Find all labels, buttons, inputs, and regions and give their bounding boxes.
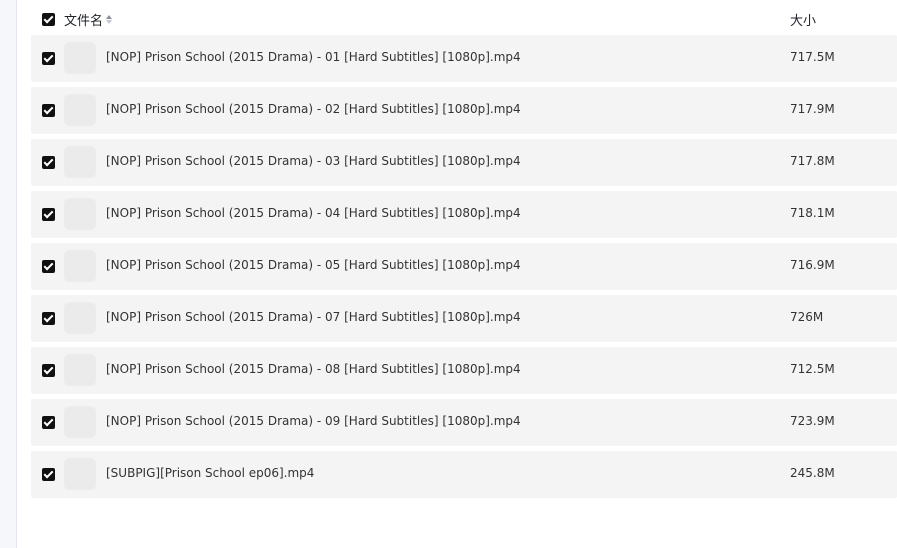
file-checkbox[interactable] [42, 364, 55, 377]
file-name: [NOP] Prison School (2015 Drama) - 08 [H… [106, 362, 521, 376]
file-row[interactable]: [NOP] Prison School (2015 Drama) - 02 [H… [31, 87, 897, 134]
file-size: 718.1M [790, 206, 835, 220]
sort-icon[interactable] [106, 15, 113, 24]
file-name: [NOP] Prison School (2015 Drama) - 01 [H… [106, 50, 521, 64]
file-name: [NOP] Prison School (2015 Drama) - 04 [H… [106, 206, 521, 220]
file-name: [NOP] Prison School (2015 Drama) - 05 [H… [106, 258, 521, 272]
video-file-icon [64, 302, 96, 334]
file-row[interactable]: [NOP] Prison School (2015 Drama) - 03 [H… [31, 139, 897, 186]
name-column-label: 文件名 [64, 14, 104, 29]
file-row[interactable]: [NOP] Prison School (2015 Drama) - 04 [H… [31, 191, 897, 238]
file-name: [SUBPIG][Prison School ep06].mp4 [106, 466, 315, 480]
file-name: [NOP] Prison School (2015 Drama) - 07 [H… [106, 310, 521, 324]
video-file-icon [64, 406, 96, 438]
video-file-icon [64, 458, 96, 490]
video-file-icon [64, 354, 96, 386]
file-row[interactable]: [NOP] Prison School (2015 Drama) - 01 [H… [31, 35, 897, 82]
video-file-icon [64, 94, 96, 126]
video-file-icon [64, 198, 96, 230]
file-list-header: 文件名 大小 [31, 0, 897, 36]
file-row[interactable]: [NOP] Prison School (2015 Drama) - 07 [H… [31, 295, 897, 342]
file-checkbox[interactable] [42, 208, 55, 221]
video-file-icon [64, 250, 96, 282]
file-name: [NOP] Prison School (2015 Drama) - 02 [H… [106, 102, 521, 116]
file-checkbox[interactable] [42, 416, 55, 429]
file-list: 文件名 大小 [NOP] Prison School (2015 Drama) … [31, 0, 897, 498]
video-file-icon [64, 42, 96, 74]
file-checkbox[interactable] [42, 104, 55, 117]
file-size: 717.9M [790, 102, 835, 116]
file-size: 716.9M [790, 258, 835, 272]
file-checkbox[interactable] [42, 156, 55, 169]
file-name: [NOP] Prison School (2015 Drama) - 09 [H… [106, 414, 521, 428]
name-column-header[interactable]: 文件名 [64, 10, 113, 29]
file-checkbox[interactable] [42, 260, 55, 273]
file-size: 245.8M [790, 466, 835, 480]
file-size: 726M [790, 310, 824, 324]
file-row[interactable]: [NOP] Prison School (2015 Drama) - 05 [H… [31, 243, 897, 290]
video-file-icon [64, 146, 96, 178]
file-row[interactable]: [NOP] Prison School (2015 Drama) - 08 [H… [31, 347, 897, 394]
file-row[interactable]: [NOP] Prison School (2015 Drama) - 09 [H… [31, 399, 897, 446]
file-checkbox[interactable] [42, 312, 55, 325]
size-column-header: 大小 [790, 14, 817, 29]
select-all-checkbox[interactable] [42, 13, 55, 26]
left-panel-strip [0, 0, 17, 548]
file-checkbox[interactable] [42, 52, 55, 65]
file-row[interactable]: [SUBPIG][Prison School ep06].mp4 245.8M [31, 451, 897, 498]
file-size: 723.9M [790, 414, 835, 428]
file-checkbox[interactable] [42, 468, 55, 481]
file-size: 717.5M [790, 50, 835, 64]
file-size: 712.5M [790, 362, 835, 376]
file-name: [NOP] Prison School (2015 Drama) - 03 [H… [106, 154, 521, 168]
file-size: 717.8M [790, 154, 835, 168]
